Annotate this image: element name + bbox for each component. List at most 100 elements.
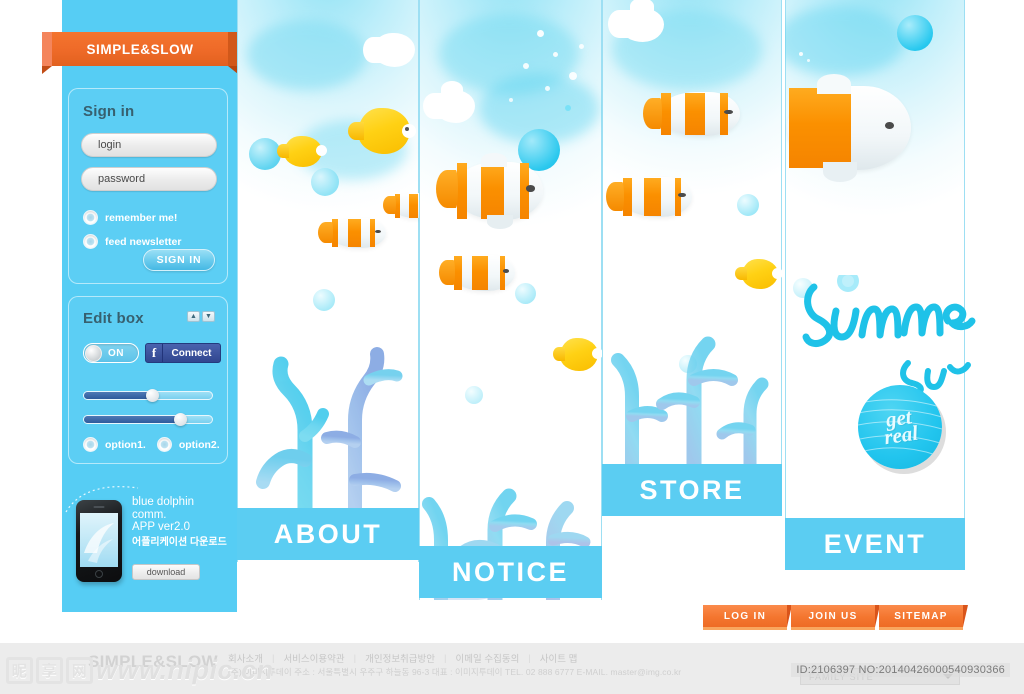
phone-illustration [76,500,122,582]
dolphin-icon [84,523,114,563]
nav-column-event[interactable]: EVENT [785,0,965,570]
tab-underline [791,627,875,630]
fish-clown [606,177,692,217]
promo-line3: APP ver2.0 [132,521,190,533]
watermark-cn-char: 网 [66,656,93,684]
fish-clown-large [787,74,911,182]
slider-1-fill [84,392,152,399]
footer-separator: | [444,652,447,664]
nav-label-event[interactable]: EVENT [785,518,965,570]
remember-me-row[interactable]: remember me! [83,210,177,225]
fish-yellow [348,108,416,154]
phone-home-button [95,570,103,578]
chevron-up-icon[interactable]: ▲ [187,311,200,322]
fish-clown [643,92,740,136]
editbox-panel: Edit box ▲ ▼ ON f Connect option1. optio… [68,296,228,464]
brand-label: SIMPLE&SLOW [86,41,194,57]
coral-illustration [256,347,403,510]
tab-sitemap[interactable]: SITEMAP [879,605,968,630]
footer-link-privacy[interactable]: 개인정보취급방안 [365,651,435,665]
nav-label-store[interactable]: STORE [602,464,782,516]
nav-label-about[interactable]: ABOUT [237,508,419,560]
nav-column-about[interactable]: ABOUT [237,0,419,562]
watermark-cn-char: 昵 [6,656,33,684]
nav-label-notice[interactable]: NOTICE [419,546,602,598]
download-button[interactable]: download [132,564,200,580]
editbox-stepper[interactable]: ▲ ▼ [187,311,215,322]
phone-speaker [93,506,105,508]
promo-line2: comm. [132,508,167,521]
footer-separator: | [353,652,357,664]
ribbon-body: SIMPLE&SLOW [52,32,228,66]
fish-yellow [277,136,327,167]
slider-1-handle[interactable] [145,389,159,402]
bubble-icon [515,283,536,304]
watermark: 昵 享 网 www.nipic.cn [6,650,306,690]
slider-2[interactable] [83,413,213,426]
brand-ribbon[interactable]: SIMPLE&SLOW [42,32,238,74]
feed-newsletter-label: feed newsletter [105,235,182,248]
nav-column-store[interactable]: STORE [602,0,782,516]
bubble-icon [313,289,335,311]
signin-button[interactable]: SIGN IN [143,249,215,271]
ribbon-tail-left [42,32,52,74]
password-input[interactable]: password [81,167,217,191]
facebook-icon: f [146,344,163,362]
phone-screen [80,513,118,567]
get-real-badge[interactable]: get real [858,385,942,469]
bubble-icon [249,138,281,170]
slider-1[interactable] [83,389,213,402]
option1-radio-icon[interactable] [83,437,98,452]
signin-button-label: SIGN IN [156,254,202,266]
toggle-knob[interactable] [85,344,102,362]
option1-label: option1. [105,438,146,451]
watermark-url: www.nipic.cn [96,654,274,685]
remember-me-label: remember me! [105,211,178,224]
option2-radio-icon[interactable] [156,437,172,452]
signin-panel: Sign in login password remember me! feed… [68,88,228,284]
footer-link-email-consent[interactable]: 이메일 수집동의 [455,651,519,665]
fish-clown [383,193,419,218]
fish-white [363,33,415,67]
option2-label: option2. [178,438,220,451]
bubble-icon [737,194,759,216]
tab-join-us-label: JOIN US [808,610,858,622]
editbox-title: Edit box [83,310,144,327]
radio-icon[interactable] [83,234,98,249]
footer-separator: | [528,652,531,664]
signin-title: Sign in [83,103,135,120]
password-input-text: password [98,173,146,185]
power-toggle[interactable]: ON [83,343,139,363]
nav-column-notice[interactable]: NOTICE [419,0,602,600]
fish-clown-large [436,153,543,229]
fish-clown [439,255,515,291]
page-root: SIMPLE&SLOW Sign in login password remem… [0,0,1024,694]
fish-clown [318,218,386,248]
nav-label-store-text: STORE [639,474,745,505]
radio-icon[interactable] [83,210,98,225]
facebook-connect-button[interactable]: f Connect [145,343,221,363]
slider-2-handle[interactable] [174,413,188,426]
nav-label-about-text: ABOUT [273,518,383,549]
column-border-left [237,0,238,562]
image-id-tag: ID:2106397 NO:20140426000540930366 [791,663,1010,677]
app-promo: blue dolphin comm. APP ver2.0 어플리케이션 다운로… [65,486,240,590]
bubble-icon [897,15,933,51]
promo-text: blue dolphin comm. APP ver2.0 어플리케이션 다운로… [132,496,240,549]
download-button-label: download [146,567,186,577]
toggle-label: ON [108,347,124,359]
feed-newsletter-row[interactable]: feed newsletter [83,234,181,249]
watermark-cn-char: 享 [36,656,63,684]
promo-line1: blue dolphin [132,496,195,508]
column-border-right [964,0,965,570]
fish-yellow [553,338,602,371]
column-border-left [785,0,786,570]
chevron-down-icon[interactable]: ▼ [202,311,215,322]
fish-white [423,81,475,123]
bottom-tabs: LOG IN JOIN US SITEMAP [703,605,968,630]
tab-log-in[interactable]: LOG IN [703,605,792,630]
login-input[interactable]: login [81,133,217,157]
tab-join-us[interactable]: JOIN US [791,605,880,630]
footer-link-sitemap[interactable]: 사이트 맵 [540,651,578,665]
get-real-badge-text: get real [882,404,920,450]
